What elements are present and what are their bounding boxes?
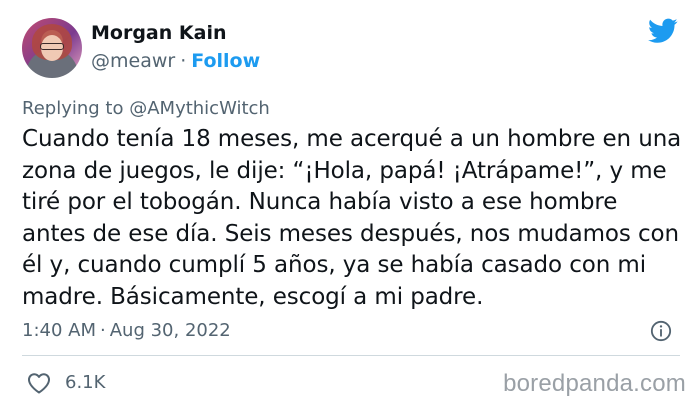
watermark: boredpanda.com	[503, 370, 686, 397]
reply-prefix: Replying to	[22, 98, 124, 119]
avatar[interactable]	[22, 18, 82, 78]
tweet-line: zona de juegos, le dije: “¡Hola, papá! ¡…	[22, 157, 667, 184]
avatar-glasses	[40, 43, 64, 50]
tweet-timestamp[interactable]: 1:40 AM · Aug 30, 2022	[22, 320, 231, 341]
tweet-line: Cuando tenía 18 meses, me acerqué a un h…	[22, 126, 682, 152]
reply-context: Replying to @AMythicWitch	[22, 98, 270, 119]
follow-button[interactable]: Follow	[191, 50, 260, 72]
author-handle-row: @meawr · Follow	[91, 50, 260, 72]
tweet-time: 1:40 AM	[22, 320, 96, 341]
author-name[interactable]: Morgan Kain	[91, 22, 226, 44]
tweet-line: él y, cuando cumplí 5 años, ya se había …	[22, 252, 646, 278]
tweet-line: madre. Básicamente, escogí a mi padre.	[22, 283, 484, 310]
handle-separator: ·	[180, 50, 187, 72]
tweet-text: Cuando tenía 18 meses, me acerqué a un h…	[22, 124, 682, 313]
info-icon[interactable]	[650, 320, 672, 342]
twitter-bird-icon[interactable]	[648, 18, 678, 44]
like-count: 6.1K	[65, 372, 106, 393]
timestamp-separator: ·	[100, 320, 106, 341]
author-handle[interactable]: @meawr	[91, 50, 175, 72]
tweet-date: Aug 30, 2022	[109, 320, 231, 341]
heart-icon[interactable]	[27, 372, 51, 394]
reply-mention-link[interactable]: @AMythicWitch	[129, 98, 270, 119]
tweet-line: antes de ese día. Seis meses después, no…	[22, 220, 679, 247]
divider	[22, 355, 680, 356]
tweet-line: tiré por el tobogán. Nunca había visto a…	[22, 189, 618, 215]
